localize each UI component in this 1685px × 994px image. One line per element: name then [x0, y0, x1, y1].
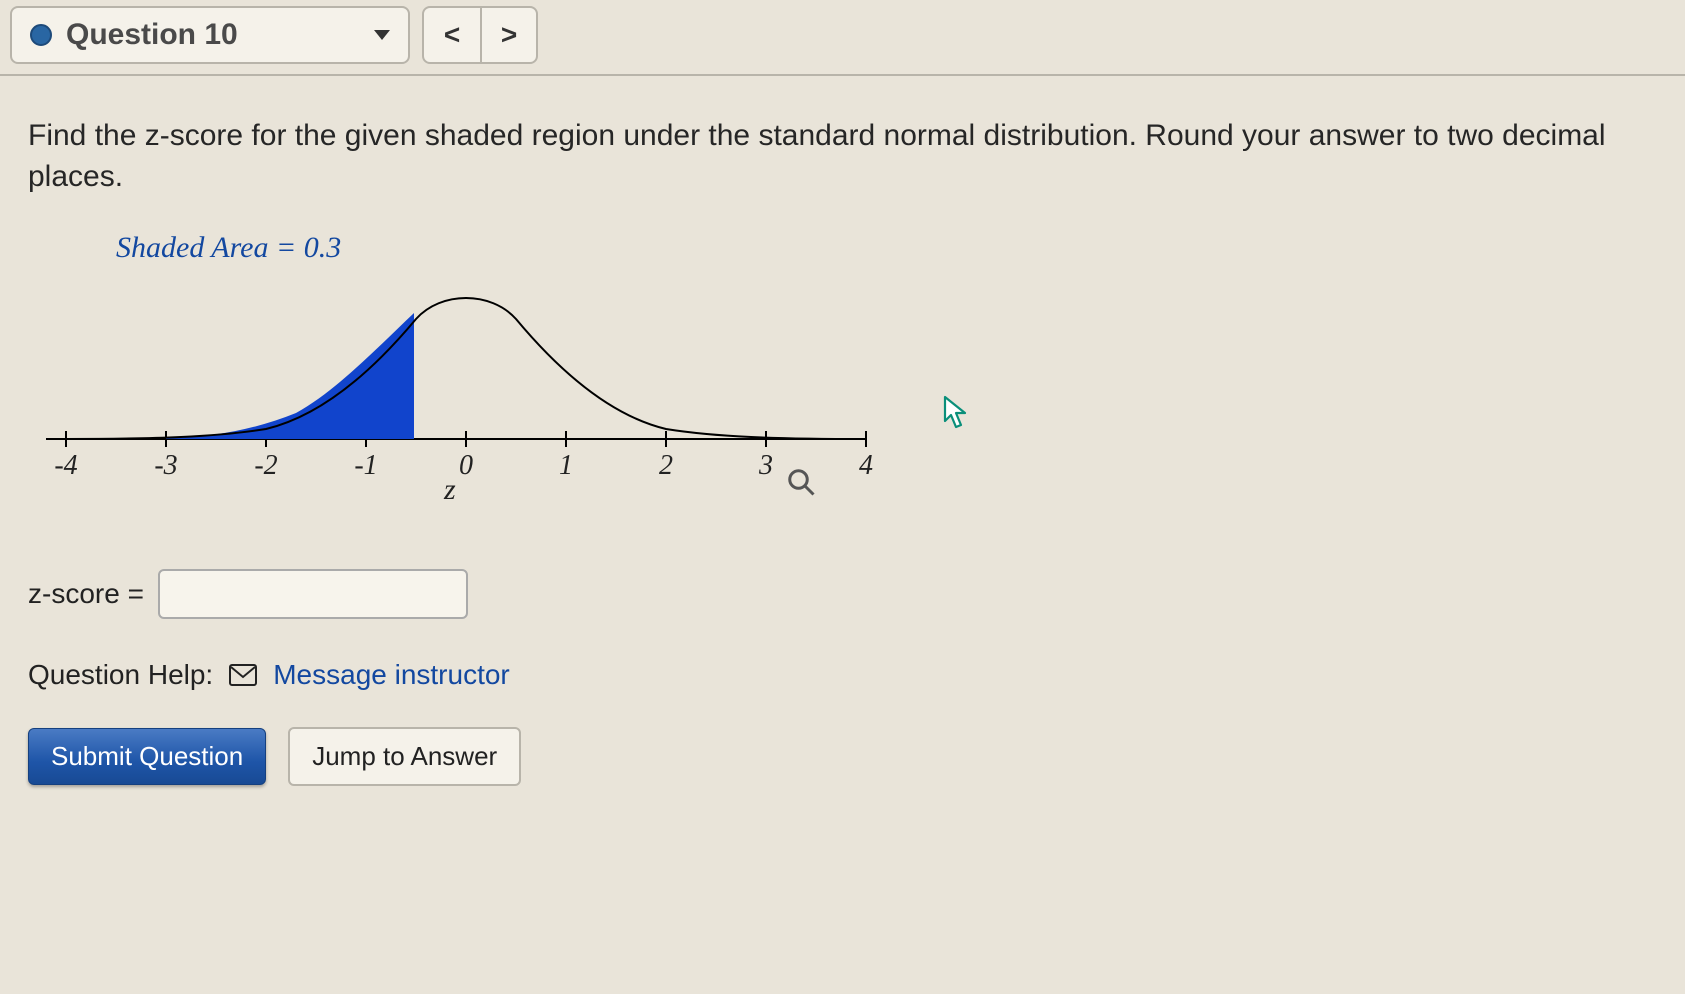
help-row: Question Help: Message instructor: [28, 659, 1657, 691]
prev-question-button[interactable]: <: [424, 8, 480, 62]
tick-label: -2: [254, 450, 277, 481]
tick-label: 3: [758, 450, 773, 481]
next-question-button[interactable]: >: [480, 8, 536, 62]
question-content: Find the z-score for the given shaded re…: [0, 76, 1685, 806]
mail-icon: [229, 664, 257, 686]
x-axis-label: z: [444, 473, 456, 507]
tick-label: -4: [54, 450, 77, 481]
status-dot-icon: [30, 24, 52, 46]
question-nav-group: < >: [422, 6, 538, 64]
tick-label: 0: [459, 450, 473, 481]
tick-label: 4: [859, 450, 873, 481]
caret-down-icon: [374, 30, 390, 40]
tick-label: -3: [154, 450, 177, 481]
shaded-area-label: Shaded Area = 0.3: [116, 231, 936, 265]
normal-distribution-chart: Shaded Area = 0.3 -4 -3 -2 -1 0 1 2: [36, 231, 936, 499]
button-row: Submit Question Jump to Answer: [28, 727, 1657, 786]
question-prompt: Find the z-score for the given shaded re…: [28, 116, 1608, 197]
top-bar: Question 10 < >: [0, 0, 1685, 76]
tick-label: 1: [559, 450, 573, 481]
zscore-input[interactable]: [158, 569, 468, 619]
chart-svg: -4 -3 -2 -1 0 1 2 3 4: [36, 269, 896, 499]
submit-question-button[interactable]: Submit Question: [28, 728, 266, 785]
shaded-area: [166, 313, 414, 439]
zscore-label: z-score =: [28, 578, 144, 610]
message-instructor-link[interactable]: Message instructor: [273, 659, 510, 691]
question-title: Question 10: [66, 18, 238, 52]
help-label: Question Help:: [28, 659, 213, 691]
normal-curve: [66, 298, 866, 439]
magnify-icon[interactable]: [786, 467, 816, 505]
answer-row: z-score =: [28, 569, 1657, 619]
question-selector-dropdown[interactable]: Question 10: [10, 6, 410, 64]
tick-label: 2: [659, 450, 673, 481]
jump-to-answer-button[interactable]: Jump to Answer: [288, 727, 521, 786]
tick-label: -1: [354, 450, 377, 481]
